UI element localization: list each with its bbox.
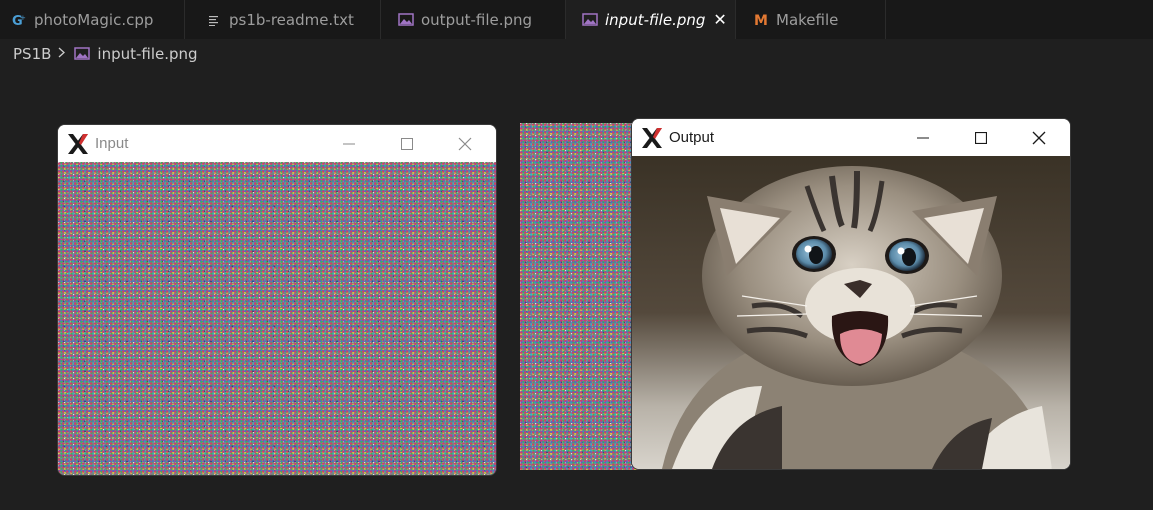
minimize-button[interactable] <box>894 119 952 156</box>
cpp-file-icon: G + <box>10 13 28 27</box>
random-noise-image <box>58 162 496 475</box>
maximize-button[interactable] <box>378 125 436 162</box>
breadcrumb: PS1B input-file.png <box>13 43 198 65</box>
close-button[interactable] <box>1010 119 1068 156</box>
kitten-photo <box>632 156 1070 469</box>
image-file-icon <box>397 12 415 27</box>
tab-label: ps1b-readme.txt <box>229 10 354 29</box>
tab-label: output-file.png <box>421 10 533 29</box>
svg-text:+: + <box>20 14 26 22</box>
window-title: Output <box>669 129 715 146</box>
tab-input-file[interactable]: input-file.png ✕ <box>566 0 736 39</box>
window-title: Input <box>95 135 129 152</box>
maximize-icon <box>401 137 413 150</box>
minimize-icon <box>917 137 929 138</box>
svg-text:M: M <box>754 13 768 27</box>
x11-logo-icon <box>68 133 88 154</box>
minimize-button[interactable] <box>320 125 378 162</box>
tab-photomagic-cpp[interactable]: G + photoMagic.cpp <box>0 0 185 39</box>
maximize-icon <box>975 131 987 144</box>
maximize-button[interactable] <box>952 119 1010 156</box>
editor-tab-bar: G + photoMagic.cpp ps1b-readme.txt output… <box>0 0 1153 39</box>
close-icon[interactable]: ✕ <box>713 10 726 29</box>
close-icon <box>1032 131 1046 144</box>
close-icon <box>458 137 472 150</box>
tab-ps1b-readme[interactable]: ps1b-readme.txt <box>185 0 381 39</box>
background-image-strip <box>520 123 640 470</box>
breadcrumb-folder[interactable]: PS1B <box>13 45 51 63</box>
tab-label: input-file.png <box>605 10 706 29</box>
makefile-icon: M <box>752 13 770 27</box>
tab-output-file[interactable]: output-file.png <box>381 0 566 39</box>
tab-makefile[interactable]: M Makefile <box>736 0 886 39</box>
x11-logo-icon <box>642 127 662 148</box>
image-file-icon <box>74 47 91 61</box>
tab-label: Makefile <box>776 10 839 29</box>
breadcrumb-file[interactable]: input-file.png <box>97 45 197 63</box>
image-file-icon <box>581 12 599 27</box>
kitten-image <box>632 156 1070 469</box>
close-button[interactable] <box>436 125 494 162</box>
text-file-icon <box>205 14 223 26</box>
tab-label: photoMagic.cpp <box>34 10 154 29</box>
output-window[interactable]: Output <box>632 119 1070 469</box>
input-window[interactable]: Input <box>58 125 496 475</box>
window-titlebar[interactable]: Output <box>632 119 1070 156</box>
window-titlebar[interactable]: Input <box>58 125 496 162</box>
minimize-icon <box>343 143 355 144</box>
chevron-right-icon <box>58 47 66 62</box>
